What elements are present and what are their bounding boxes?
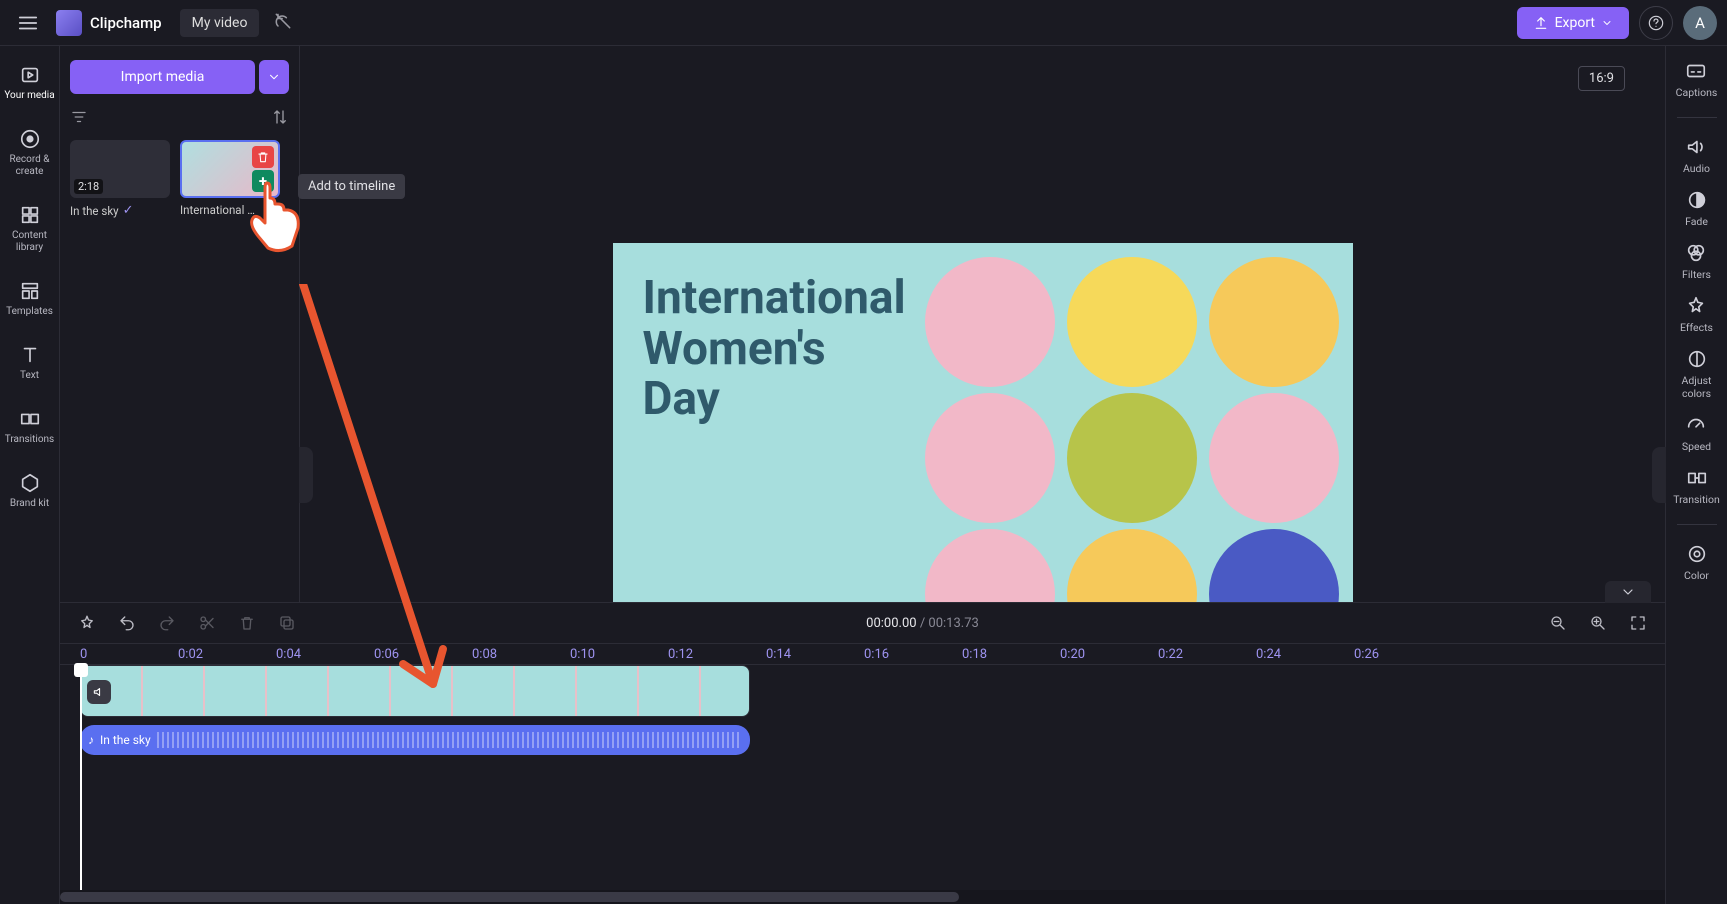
import-media-button[interactable]: Import media xyxy=(70,60,255,94)
video-name[interactable]: My video xyxy=(180,9,260,37)
captions-icon xyxy=(1685,60,1707,82)
nav-label: Brand kit xyxy=(10,498,49,510)
ruler-tick: 0:20 xyxy=(1060,647,1085,662)
media-added-check-icon: ✓ xyxy=(123,203,134,218)
ruler-tick: 0:18 xyxy=(962,647,987,662)
media-name: In the sky xyxy=(70,204,119,218)
nav-speed[interactable]: Speed xyxy=(1682,414,1711,453)
nav-label: Your media xyxy=(4,90,54,102)
transitions-icon xyxy=(19,408,41,430)
hamburger-menu[interactable] xyxy=(10,5,46,41)
media-duration: 2:18 xyxy=(74,179,103,194)
media-item-audio[interactable]: 2:18 In the sky ✓ xyxy=(70,140,170,218)
brand-name: Clipchamp xyxy=(90,14,162,32)
nav-transitions[interactable]: Transitions xyxy=(0,404,59,450)
speed-icon xyxy=(1685,414,1707,436)
nav-brand-kit[interactable]: Brand kit xyxy=(0,468,59,514)
your-media-icon xyxy=(19,64,41,86)
ruler-tick: 0:14 xyxy=(766,647,791,662)
nav-adjust-colors[interactable]: Adjust colors xyxy=(1666,348,1727,400)
left-sidebar: Your media Record & create Content libra… xyxy=(0,46,60,904)
user-avatar[interactable]: A xyxy=(1683,6,1717,40)
ruler-tick: 0 xyxy=(80,647,87,662)
record-icon xyxy=(19,128,41,150)
transition-icon xyxy=(1686,467,1708,489)
delete-clip-button[interactable] xyxy=(234,610,260,636)
effects-icon xyxy=(1685,295,1707,317)
add-to-timeline-tooltip: Add to timeline xyxy=(298,174,405,199)
nav-label: Transitions xyxy=(5,434,54,446)
ruler-tick: 0:24 xyxy=(1256,647,1281,662)
nav-audio[interactable]: Audio xyxy=(1683,136,1710,175)
preview-canvas[interactable]: International Women's Day xyxy=(613,243,1353,659)
nav-label: Templates xyxy=(6,306,53,318)
timeline-scrollbar[interactable] xyxy=(60,890,1665,904)
nav-effects[interactable]: Effects xyxy=(1680,295,1713,334)
clip-mute-button[interactable] xyxy=(87,680,111,704)
ruler-tick: 0:22 xyxy=(1158,647,1183,662)
ruler-tick: 0:10 xyxy=(570,647,595,662)
sort-icon[interactable] xyxy=(271,108,289,130)
collapse-timeline[interactable] xyxy=(1605,581,1651,603)
nav-filters[interactable]: Filters xyxy=(1682,242,1711,281)
filter-icon[interactable] xyxy=(70,108,88,130)
nav-fade[interactable]: Fade xyxy=(1685,189,1708,228)
redo-button[interactable] xyxy=(154,610,180,636)
nav-templates[interactable]: Templates xyxy=(0,276,59,322)
clipchamp-logo xyxy=(56,10,82,36)
split-button[interactable] xyxy=(194,610,220,636)
right-sidebar: Captions Audio Fade Filters Effects Adju… xyxy=(1665,46,1727,904)
ruler-tick: 0:12 xyxy=(668,647,693,662)
export-button[interactable]: Export xyxy=(1517,7,1629,39)
text-icon xyxy=(19,344,41,366)
sync-status-icon xyxy=(273,11,293,35)
auto-enhance-icon[interactable] xyxy=(74,610,100,636)
adjust-colors-icon xyxy=(1686,348,1708,370)
nav-label: Record & create xyxy=(0,154,59,178)
nav-color[interactable]: Color xyxy=(1684,543,1709,582)
filters-icon xyxy=(1685,242,1707,264)
waveform xyxy=(157,732,742,748)
nav-label: Content library xyxy=(0,230,59,254)
zoom-in-button[interactable] xyxy=(1585,610,1611,636)
nav-captions[interactable]: Captions xyxy=(1676,60,1718,99)
fade-icon xyxy=(1686,189,1708,211)
canvas-title-1: International xyxy=(643,273,906,324)
playhead[interactable] xyxy=(80,665,82,890)
brand-kit-icon xyxy=(19,472,41,494)
zoom-out-button[interactable] xyxy=(1545,610,1571,636)
media-delete-button[interactable] xyxy=(252,146,274,168)
tutorial-arrow-icon xyxy=(293,284,463,734)
topbar: Clipchamp My video Export A xyxy=(0,0,1727,46)
nav-transition[interactable]: Transition xyxy=(1673,467,1720,506)
undo-button[interactable] xyxy=(114,610,140,636)
ruler-tick: 0:02 xyxy=(178,647,203,662)
nav-text[interactable]: Text xyxy=(0,340,59,386)
canvas-avatars xyxy=(925,257,1345,659)
nav-content-library[interactable]: Content library xyxy=(0,200,59,258)
audio-clip-name: In the sky xyxy=(100,733,151,747)
import-media-dropdown[interactable] xyxy=(259,60,289,94)
nav-your-media[interactable]: Your media xyxy=(0,60,59,106)
music-note-icon: ♪ xyxy=(88,733,94,747)
ruler-tick: 0:08 xyxy=(472,647,497,662)
ruler-tick: 0:26 xyxy=(1354,647,1379,662)
canvas-title-2: Women's xyxy=(643,324,906,375)
nav-label: Text xyxy=(20,370,39,382)
export-label: Export xyxy=(1555,15,1595,31)
audio-icon xyxy=(1685,136,1707,158)
nav-record-create[interactable]: Record & create xyxy=(0,124,59,182)
library-icon xyxy=(19,204,41,226)
templates-icon xyxy=(19,280,41,302)
color-icon xyxy=(1686,543,1708,565)
aspect-ratio-badge[interactable]: 16:9 xyxy=(1578,66,1625,91)
ruler-tick: 0:16 xyxy=(864,647,889,662)
canvas-title-3: Day xyxy=(643,374,906,425)
zoom-fit-button[interactable] xyxy=(1625,610,1651,636)
tutorial-cursor-icon xyxy=(240,178,310,258)
help-button[interactable] xyxy=(1639,6,1673,40)
timecode: 00:00.00 / 00:13.73 xyxy=(866,616,979,631)
